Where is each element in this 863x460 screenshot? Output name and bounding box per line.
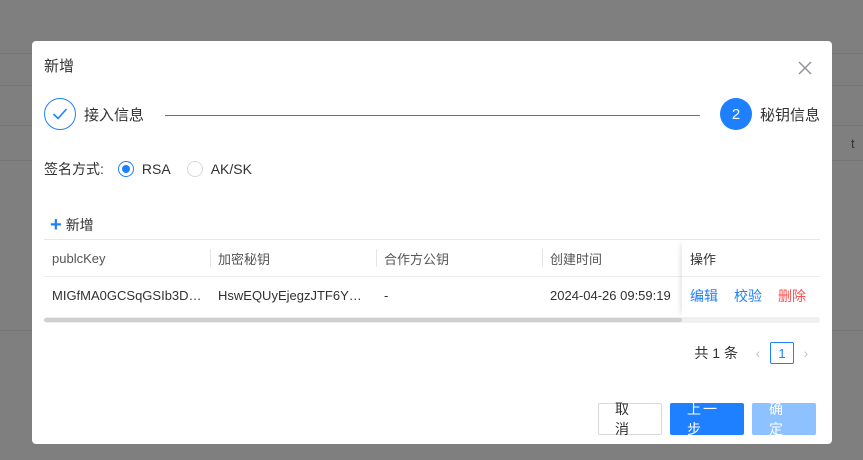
radio-rsa[interactable]: RSA <box>117 161 171 177</box>
column-header: publcKey <box>52 250 106 266</box>
cell-text: HswEQUyEjegzJTF6YzA2 <box>218 288 368 303</box>
chevron-left-icon[interactable]: ‹ <box>750 345 766 361</box>
plus-icon: + <box>50 214 62 236</box>
signature-label: 签名方式: <box>44 161 104 177</box>
prev-step-button[interactable]: 上一步 <box>670 401 744 437</box>
radio-unchecked-icon[interactable] <box>186 161 203 177</box>
radio-checked-icon[interactable] <box>117 161 134 177</box>
column-header: 加密秘钥 <box>210 240 376 276</box>
check-icon <box>52 108 68 120</box>
signature-method-row: 签名方式: RSA AK/SK <box>44 159 252 179</box>
step-number: 2 <box>719 98 752 130</box>
cell-encrypt-key: HswEQUyEjegzJTF6YzA2 <box>210 277 376 314</box>
dialog-footer: 取 消 上一步 确 定 <box>598 401 816 437</box>
step-key-info: 2 秘钥信息 <box>719 98 820 130</box>
actions-column: 操作 编辑 校验 删除 <box>682 240 820 318</box>
column-header: 合作方公钥 <box>376 240 542 276</box>
horizontal-scrollbar[interactable] <box>44 317 820 323</box>
chevron-right-icon[interactable]: › <box>798 345 814 361</box>
dialog-title: 新增 <box>44 58 75 75</box>
confirm-button[interactable]: 确 定 <box>752 401 816 437</box>
edit-link[interactable]: 编辑 <box>690 286 718 306</box>
cell-public-key: MIGfMA0GCSqGSIb3DQEBAQUAA4GNADCBiQKBgQC <box>44 277 210 314</box>
key-table: publcKey 加密秘钥 合作方公钥 创建时间 MIGfMA0GCSqGSIb… <box>44 239 820 323</box>
scrollbar-thumb[interactable] <box>44 318 682 322</box>
verify-link[interactable]: 校验 <box>734 286 762 306</box>
step-done-indicator <box>44 98 76 130</box>
step-access-info: 接入信息 <box>44 98 144 130</box>
delete-link[interactable]: 删除 <box>778 286 806 306</box>
radio-aksk[interactable]: AK/SK <box>186 161 252 177</box>
radio-label: RSA <box>141 161 171 177</box>
page-number[interactable]: 1 <box>770 342 794 364</box>
row-actions: 编辑 校验 删除 <box>682 277 820 314</box>
step-label: 接入信息 <box>84 106 145 124</box>
close-icon[interactable] <box>796 59 814 77</box>
radio-label: AK/SK <box>210 161 252 177</box>
cell-partner-key: - <box>384 288 389 303</box>
step-connector <box>165 115 700 116</box>
pagination: 共 1 条 ‹ 1 › <box>694 342 814 364</box>
add-button-label: 新增 <box>65 217 94 233</box>
cancel-button[interactable]: 取 消 <box>598 401 662 437</box>
cell-text: MIGfMA0GCSqGSIb3DQEBAQUAA4GNADCBiQKBgQC <box>52 288 202 303</box>
step-label: 秘钥信息 <box>759 106 820 124</box>
column-header: 操作 <box>682 240 820 277</box>
add-dialog: 新增 接入信息 2 秘钥信息 签名方式: RSA AK/SK + 新增 publ… <box>32 41 832 444</box>
pagination-total: 共 1 条 <box>694 345 738 361</box>
add-key-button[interactable]: + 新增 <box>50 215 94 235</box>
